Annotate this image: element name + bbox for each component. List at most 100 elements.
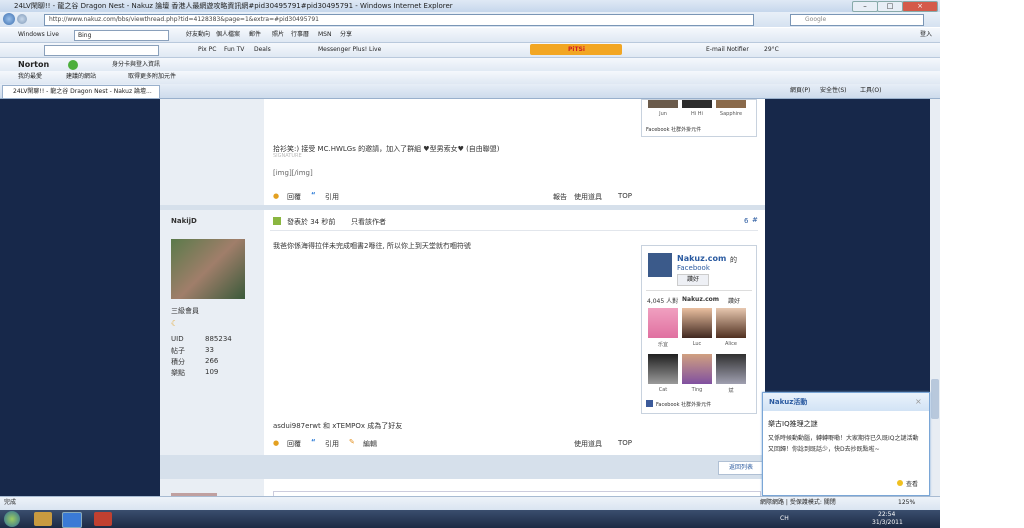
popup-heading[interactable]: 樂古IQ推理之謎	[768, 419, 818, 429]
back-to-list-button[interactable]: 返回列表	[718, 461, 764, 475]
toolbar-live-item[interactable]: 照片	[272, 30, 284, 40]
media-icon[interactable]	[94, 512, 112, 526]
nakuz-logo[interactable]	[648, 253, 672, 277]
fb-friend-name[interactable]: 乐宜	[646, 341, 680, 348]
quote-button[interactable]: 引用	[325, 192, 339, 202]
fb-friend-photo[interactable]	[648, 308, 678, 338]
fb-plugin-label[interactable]: Facebook 社群外掛元件	[656, 401, 711, 408]
popup-title: Nakuz活動	[769, 398, 808, 406]
email-notifier[interactable]: E-mail Notifier	[706, 45, 749, 55]
toolbar-tool-item[interactable]: Deals	[254, 45, 271, 55]
popup-view-link[interactable]: 查看	[906, 479, 918, 488]
fb-friend-photo[interactable]	[682, 354, 712, 384]
maximize-button[interactable]: □	[877, 1, 903, 12]
fb-friend-photo[interactable]	[716, 354, 746, 384]
reply-button[interactable]: 回覆	[287, 192, 301, 202]
fb-friend-photo[interactable]	[682, 308, 712, 338]
norton-logo[interactable]: Norton	[18, 60, 49, 70]
fb-page-title[interactable]: Nakuz.com	[677, 254, 726, 263]
addon-toolbar: Pix PC Fun TV Deals Messenger Plus! Live…	[0, 43, 940, 58]
toolbar-live-item[interactable]: MSN	[318, 30, 331, 40]
close-button[interactable]: ×	[902, 1, 938, 12]
top-link[interactable]: TOP	[618, 192, 632, 200]
norton-check-icon[interactable]	[68, 60, 78, 70]
fb-count-brand[interactable]: Nakuz.com	[682, 296, 719, 303]
popup-close-button[interactable]: ×	[915, 397, 922, 406]
toolbar-live-item[interactable]: 個人檔案	[216, 30, 240, 40]
toolbar-live-item[interactable]: 分享	[340, 30, 352, 40]
fb-friend-name[interactable]: Sapphire	[714, 111, 748, 117]
reply-button[interactable]: 回覆	[287, 439, 301, 449]
scrollbar[interactable]	[930, 99, 940, 496]
use-item-menu[interactable]: 使用道具	[574, 192, 602, 202]
pitsi-logo[interactable]: PiTSi	[568, 45, 585, 55]
top-link[interactable]: TOP	[618, 439, 632, 447]
toolbar-tool-item[interactable]: Pix PC	[198, 45, 216, 55]
fb-friend-photo[interactable]	[682, 100, 712, 108]
url-input[interactable]: http://www.nakuz.com/bbs/viewthread.php?…	[44, 14, 754, 26]
signature-label: SIGNATURE	[273, 153, 302, 159]
fb-like-button[interactable]: 讚好	[677, 274, 709, 286]
fb-friend-name[interactable]: Alice	[714, 341, 748, 347]
floor-number[interactable]: 6	[744, 217, 748, 225]
bing-search-input[interactable]: Bing	[74, 30, 169, 41]
identity-safe-button[interactable]: 身分卡與登入資訊	[112, 60, 160, 70]
forward-icon[interactable]	[17, 14, 27, 24]
tab-bar: 24LV閑聊!! - 龍之谷 Dragon Nest - Nakuz 論壇...…	[0, 84, 940, 99]
fb-friend-photo[interactable]	[716, 100, 746, 108]
fb-friend-photo[interactable]	[648, 354, 678, 384]
toolbar-live-item[interactable]: 行事曆	[291, 30, 309, 40]
fb-friend-name[interactable]: Luc	[680, 341, 714, 347]
stat-value: 266	[205, 357, 219, 365]
get-addons-link[interactable]: 取得更多附加元件	[128, 72, 176, 82]
tools-menu[interactable]: 工具(O)	[860, 86, 881, 96]
stat-label: UID	[171, 335, 184, 343]
use-item-menu[interactable]: 使用道具	[574, 439, 602, 449]
toolbar-tool-item[interactable]: Fun TV	[224, 45, 244, 55]
toolbar-search-input[interactable]	[44, 45, 159, 56]
quote-icon: “	[311, 438, 316, 446]
title-bar: 24LV閑聊!! - 龍之谷 Dragon Nest - Nakuz 論壇 香港…	[0, 0, 940, 12]
ie-icon[interactable]	[62, 512, 82, 528]
lang-indicator[interactable]: CH	[780, 514, 789, 524]
fb-friend-name[interactable]: Jun	[646, 111, 680, 117]
toolbar-tool-item[interactable]: Messenger Plus! Live	[318, 45, 381, 55]
only-author-link[interactable]: 只看該作者	[351, 217, 386, 227]
fb-friend-photo[interactable]	[716, 308, 746, 338]
fb-friend-name[interactable]: 斌	[714, 387, 748, 394]
quote-button[interactable]: 引用	[325, 439, 339, 449]
zone-text[interactable]: 網際網路 | 受保護模式: 關閉	[760, 498, 836, 508]
quote-icon: “	[311, 191, 316, 199]
safety-menu[interactable]: 安全性(S)	[820, 86, 847, 96]
toolbar-live-item[interactable]: 郵件	[249, 30, 261, 40]
scrollbar-thumb[interactable]	[931, 379, 939, 419]
popup-body: 又係時候動動腦，轉轉嘢嘞！大家期待已久既IQ之謎活動又回歸！你諗到既話少，快D去…	[768, 435, 919, 453]
edit-button[interactable]: 編輯	[363, 439, 377, 449]
fb-friend-name[interactable]: Hi Hi	[680, 111, 714, 117]
author-name[interactable]: NakijD	[171, 217, 197, 225]
search-input[interactable]: Google	[790, 14, 924, 26]
weather-readout[interactable]: 29°C	[764, 45, 779, 55]
favorites-button[interactable]: 我的最愛	[18, 72, 42, 82]
fb-friend-name[interactable]: Cat	[646, 387, 680, 393]
fb-friend-photo[interactable]	[648, 100, 678, 108]
user-rank: 三級會員	[171, 307, 199, 315]
fb-friend-name[interactable]: Ting	[680, 387, 714, 393]
fb-plugin-label[interactable]: Facebook 社群外掛元件	[646, 126, 701, 133]
clock-date[interactable]: 31/3/2011	[872, 518, 903, 528]
minimize-button[interactable]: –	[852, 1, 878, 12]
back-icon[interactable]	[3, 13, 15, 25]
fb-count: 4,045 人對	[647, 298, 679, 305]
activity-popup: Nakuz活動 × 樂古IQ推理之謎 又係時候動動腦，轉轉嘢嘞！大家期待已久既I…	[762, 392, 930, 496]
start-button[interactable]	[4, 511, 20, 527]
report-link[interactable]: 報告	[553, 192, 567, 202]
signin-link[interactable]: 登入	[920, 30, 932, 40]
zoom-level[interactable]: 125%	[898, 498, 915, 508]
page-menu[interactable]: 網頁(P)	[790, 86, 810, 96]
tab-active[interactable]: 24LV閑聊!! - 龍之谷 Dragon Nest - Nakuz 論壇...	[2, 85, 160, 98]
windows-live-label[interactable]: Windows Live	[18, 30, 59, 40]
suggested-sites-link[interactable]: 建議的網站	[66, 72, 96, 82]
avatar[interactable]	[171, 239, 245, 299]
explorer-icon[interactable]	[34, 512, 52, 526]
toolbar-live-item[interactable]: 好友動向	[186, 30, 210, 40]
